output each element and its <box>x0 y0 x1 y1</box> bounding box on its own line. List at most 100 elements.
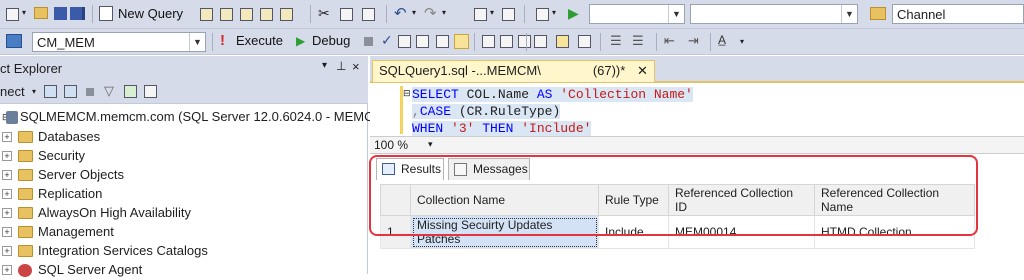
server-icon <box>6 111 18 124</box>
uncomment-icon[interactable]: ☰ <box>632 33 644 49</box>
sql-editor-toolbar: CM_MEM ▼ ! Execute ▶ Debug ✓ ☰ ☰ ⇤ ⇥ A̲ … <box>0 29 1024 55</box>
connect-object-icon[interactable] <box>44 85 57 98</box>
navigate-icon[interactable] <box>474 8 487 21</box>
connect-button[interactable]: nect <box>0 84 25 99</box>
chevron-down-icon[interactable]: ▾ <box>412 8 416 17</box>
debug-icon[interactable]: ▶ <box>296 34 305 48</box>
intellisense-icon[interactable] <box>454 34 469 49</box>
identifier: (CR.RuleType) <box>458 104 561 119</box>
code-line[interactable]: WHEN '3' THEN 'Include' <box>412 121 592 136</box>
punctuation: , <box>412 104 420 119</box>
increase-indent-icon[interactable]: ⇥ <box>688 33 699 49</box>
results-to-grid-icon[interactable] <box>556 35 569 48</box>
mdx-query-icon[interactable] <box>220 8 233 21</box>
keyword: AS <box>536 87 561 102</box>
filter-icon[interactable]: ▽ <box>104 83 114 99</box>
undo-icon[interactable]: ↶ <box>394 4 407 22</box>
code-line[interactable]: ,CASE (CR.RuleType) <box>412 104 561 119</box>
keyword: SELECT <box>412 87 467 102</box>
zoom-level[interactable]: 100 % <box>374 138 408 152</box>
stop-icon[interactable] <box>86 88 94 96</box>
expand-icon[interactable]: + <box>2 170 12 180</box>
standard-toolbar: ▾ New Query ✂ ↶ ▾ ↷ ▾ ▾ ▾ ▶ ▼ ▼ Channel <box>0 0 1024 29</box>
tab-sqlquery1[interactable]: SQLQuery1.sql -...MEMCM\ (67))* ✕ <box>372 60 655 82</box>
xmla-query-icon[interactable] <box>260 8 273 21</box>
grid-icon[interactable] <box>6 8 19 21</box>
chevron-down-icon[interactable]: ▾ <box>22 8 26 17</box>
decrease-indent-icon[interactable]: ⇤ <box>664 33 675 49</box>
solution-platform-dropdown[interactable]: ▼ <box>690 4 858 24</box>
database-dropdown[interactable]: CM_MEM ▼ <box>32 32 206 52</box>
client-stats-icon[interactable] <box>518 35 531 48</box>
activity-monitor-icon[interactable] <box>144 85 157 98</box>
new-query-icon[interactable] <box>99 6 113 21</box>
chevron-down-icon[interactable]: ▾ <box>552 8 556 17</box>
chevron-down-icon[interactable]: ▾ <box>490 8 494 17</box>
find-icon[interactable] <box>502 8 515 21</box>
display-plan-icon[interactable] <box>398 35 411 48</box>
comment-icon[interactable]: ☰ <box>610 33 622 49</box>
play-icon[interactable]: ▶ <box>568 5 579 22</box>
panel-dropdown-icon[interactable]: ▾ <box>322 60 327 71</box>
execute-button[interactable]: Execute <box>236 33 283 48</box>
specify-values-icon[interactable]: A̲ <box>718 33 726 47</box>
redo-icon[interactable]: ↷ <box>424 4 437 22</box>
separator <box>710 33 711 51</box>
save-all-icon[interactable] <box>70 7 85 20</box>
cancel-query-icon[interactable] <box>364 37 373 46</box>
identifier: COL.Name <box>466 87 537 102</box>
separator <box>600 33 601 51</box>
cut-icon[interactable]: ✂ <box>318 5 330 22</box>
solution-config-dropdown[interactable]: ▼ <box>589 4 685 24</box>
tree-node-label: Management <box>38 224 114 239</box>
expand-icon[interactable]: + <box>2 227 12 237</box>
include-plan-icon[interactable] <box>482 35 495 48</box>
expand-icon[interactable]: + <box>2 132 12 142</box>
new-query-button[interactable]: New Query <box>118 6 183 21</box>
paste-icon[interactable] <box>362 8 375 21</box>
separator <box>656 33 657 51</box>
debug-button[interactable]: Debug <box>312 33 350 48</box>
close-icon[interactable]: × <box>352 59 360 74</box>
query-options-icon[interactable] <box>436 35 449 48</box>
database-query-icon[interactable] <box>200 8 213 21</box>
find-text-input[interactable]: Channel <box>892 4 1024 24</box>
connect-icon[interactable] <box>6 34 22 48</box>
activity-monitor-icon[interactable] <box>536 8 549 21</box>
expand-icon[interactable]: + <box>2 189 12 199</box>
pin-icon[interactable]: ⊥ <box>336 59 346 73</box>
dax-query-icon[interactable] <box>280 8 293 21</box>
keyword: THEN <box>482 121 522 136</box>
tree-node-label: Integration Services Catalogs <box>38 243 208 258</box>
results-to-text-icon[interactable] <box>534 35 547 48</box>
save-icon[interactable] <box>54 7 67 20</box>
folder-icon <box>18 169 33 181</box>
expand-icon[interactable]: + <box>2 246 12 256</box>
live-stats-icon[interactable] <box>500 35 513 48</box>
dmx-query-icon[interactable] <box>240 8 253 21</box>
tree-node-label: Databases <box>38 129 101 144</box>
disconnect-icon[interactable] <box>64 85 77 98</box>
expand-icon[interactable]: + <box>2 208 12 218</box>
copy-icon[interactable] <box>340 8 353 21</box>
close-icon[interactable]: ✕ <box>637 63 648 78</box>
keyword: CASE <box>419 104 459 119</box>
parse-icon[interactable]: ✓ <box>381 32 393 49</box>
chevron-down-icon[interactable]: ▾ <box>428 139 433 150</box>
chevron-down-icon[interactable]: ▾ <box>32 87 36 96</box>
execute-icon[interactable]: ! <box>220 32 225 49</box>
highlight-annotation <box>369 155 978 236</box>
folder-icon <box>18 131 33 143</box>
separator <box>526 33 527 51</box>
results-to-file-icon[interactable] <box>578 35 591 48</box>
chevron-down-icon[interactable]: ▾ <box>740 37 744 46</box>
open-folder-icon[interactable] <box>34 7 48 19</box>
find-in-files-icon[interactable] <box>870 7 886 20</box>
query-designer-icon[interactable] <box>416 35 429 48</box>
chevron-down-icon[interactable]: ▾ <box>442 8 446 17</box>
collapse-icon[interactable]: ⊟ <box>403 88 411 99</box>
expand-icon[interactable]: + <box>2 151 12 161</box>
code-line[interactable]: SELECT COL.Name AS 'Collection Name' <box>412 87 693 102</box>
tab-suffix: (67))* <box>592 63 626 78</box>
refresh-icon[interactable] <box>124 85 137 98</box>
